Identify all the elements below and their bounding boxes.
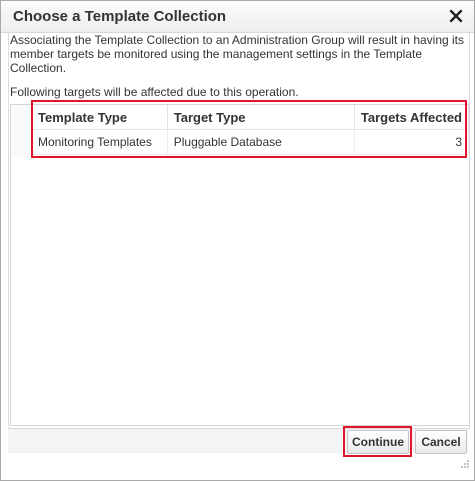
table-header-row: Template Type Target Type Targets Affect… [32,105,470,130]
close-icon[interactable] [448,7,464,25]
dialog-title: Choose a Template Collection [13,8,227,25]
cancel-button[interactable]: Cancel [415,430,467,454]
cell-targets-affected: 3 [354,129,470,155]
continue-button[interactable]: Continue [347,430,409,454]
template-collection-dialog: Choose a Template Collection Associating… [0,0,475,481]
dialog-titlebar: Choose a Template Collection [1,1,474,33]
cell-template-type: Monitoring Templates [32,129,168,155]
affected-targets-text: Following targets will be affected due t… [10,85,299,99]
resize-grip-icon[interactable] [460,456,470,468]
row-header-column [11,105,32,157]
column-header-template-type[interactable]: Template Type [32,105,168,130]
targets-grid: Template Type Target Type Targets Affect… [32,105,470,155]
cell-target-type: Pluggable Database [167,129,355,155]
dialog-body: Associating the Template Collection to a… [8,33,470,429]
description-text: Associating the Template Collection to a… [10,33,465,75]
column-header-target-type[interactable]: Target Type [167,105,355,130]
affected-targets-table: Template Type Target Type Targets Affect… [10,104,470,426]
column-header-targets-affected[interactable]: Targets Affected [354,105,470,130]
table-row[interactable]: Monitoring Templates Pluggable Database … [32,129,470,155]
